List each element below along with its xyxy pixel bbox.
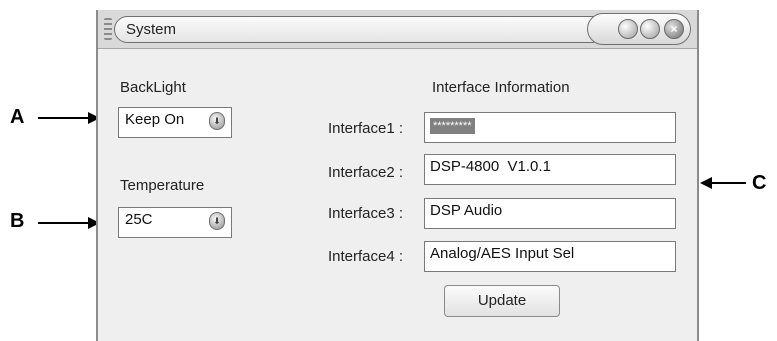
callout-c-label: C <box>752 172 767 194</box>
interface4-value: Analog/AES Input Sel <box>430 245 575 262</box>
close-icon[interactable]: × <box>664 19 684 39</box>
interface2-label: Interface2 : <box>328 164 404 181</box>
interface1-value: ********* <box>430 118 475 134</box>
backlight-label: BackLight <box>120 79 186 96</box>
interface1-field[interactable]: ********* <box>424 112 676 143</box>
temperature-select[interactable]: 25C ⬇ <box>118 207 232 238</box>
callout-a-arrow-line <box>38 117 90 119</box>
title-bar[interactable]: System × <box>98 10 697 49</box>
update-button[interactable]: Update <box>444 285 560 317</box>
interface2-field[interactable]: DSP-4800 V1.0.1 <box>424 154 676 185</box>
temperature-value: 25C <box>125 211 153 228</box>
interface-info-heading: Interface Information <box>432 79 570 96</box>
window-controls: × <box>587 13 691 45</box>
callout-b-label: B <box>10 210 25 232</box>
chevron-down-icon[interactable]: ⬇ <box>209 112 225 130</box>
interface4-label: Interface4 : <box>328 248 404 265</box>
system-window: System × BackLight Keep On ⬇ Temperature… <box>96 10 699 341</box>
interface1-label: Interface1 : <box>328 120 404 137</box>
interface4-field[interactable]: Analog/AES Input Sel <box>424 241 676 272</box>
title-tab <box>114 16 594 43</box>
window-title: System <box>126 21 177 38</box>
callout-c-arrow-line <box>710 182 746 184</box>
backlight-select[interactable]: Keep On ⬇ <box>118 107 232 138</box>
callout-a-label: A <box>10 106 25 128</box>
callout-b-arrow-line <box>38 222 90 224</box>
interface3-field[interactable]: DSP Audio <box>424 198 676 229</box>
minimize-icon[interactable] <box>618 19 638 39</box>
interface3-label: Interface3 : <box>328 205 404 222</box>
grip-handle-icon[interactable] <box>104 18 112 40</box>
maximize-icon[interactable] <box>640 19 660 39</box>
interface2-value: DSP-4800 V1.0.1 <box>430 158 551 175</box>
backlight-value: Keep On <box>125 111 185 128</box>
interface3-value: DSP Audio <box>430 202 503 219</box>
temperature-label: Temperature <box>120 177 205 194</box>
chevron-down-icon[interactable]: ⬇ <box>209 212 225 230</box>
